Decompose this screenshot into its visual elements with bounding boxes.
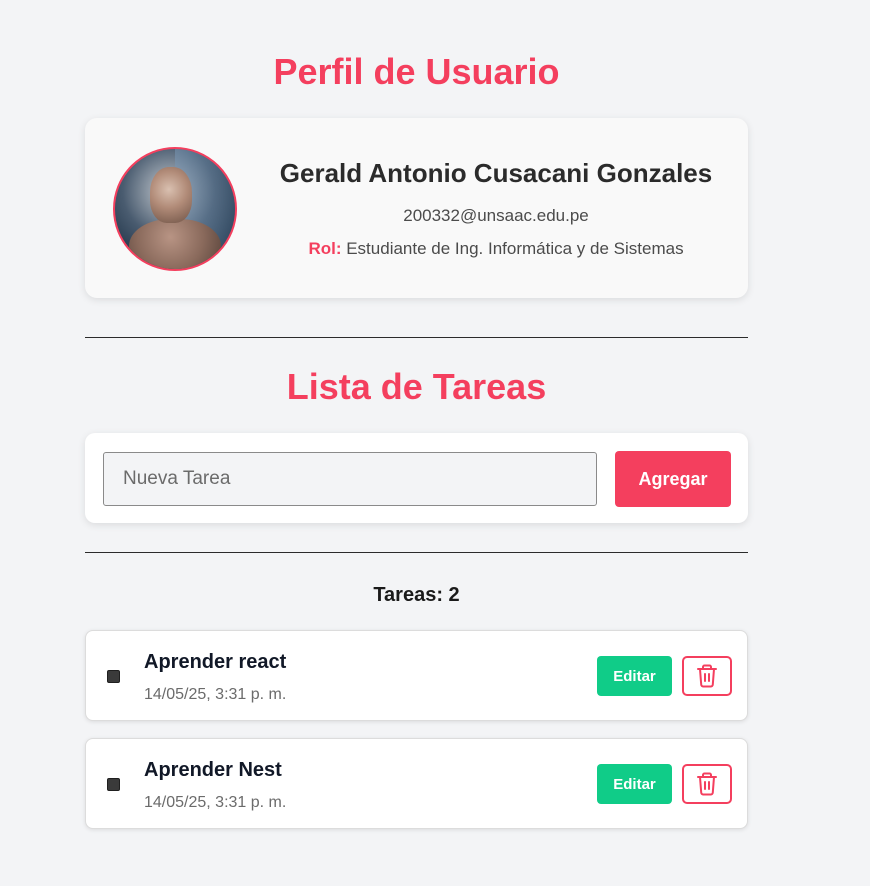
task-item: Aprender react 14/05/25, 3:31 p. m. Edit…	[85, 630, 748, 721]
task-checkbox[interactable]	[107, 670, 120, 683]
section-divider	[85, 552, 748, 553]
task-title: Aprender Nest	[144, 759, 282, 781]
role-value: Estudiante de Ing. Informática y de Sist…	[346, 239, 684, 258]
role-label: Rol:	[308, 239, 342, 258]
profile-card: Gerald Antonio Cusacani Gonzales 200332@…	[85, 118, 748, 298]
profile-name: Gerald Antonio Cusacani Gonzales	[279, 158, 713, 188]
edit-button[interactable]: Editar	[597, 656, 672, 696]
profile-email: 200332@unsaac.edu.pe	[403, 206, 589, 225]
profile-heading: Perfil de Usuario	[273, 51, 560, 92]
task-count: Tareas: 2	[373, 584, 460, 606]
avatar	[113, 147, 237, 271]
page: Perfil de Usuario Gerald Antonio Cusacan…	[0, 0, 870, 886]
delete-button[interactable]	[682, 764, 732, 804]
delete-button[interactable]	[682, 656, 732, 696]
task-title: Aprender react	[144, 651, 287, 673]
edit-button[interactable]: Editar	[597, 764, 672, 804]
task-item: Aprender Nest 14/05/25, 3:31 p. m. Edita…	[85, 738, 748, 829]
section-divider	[85, 337, 748, 338]
profile-role: Rol: Estudiante de Ing. Informática y de…	[261, 239, 731, 259]
task-date: 14/05/25, 3:31 p. m.	[144, 794, 287, 811]
trash-icon	[697, 664, 717, 688]
add-task-button[interactable]: Agregar	[615, 451, 731, 507]
new-task-input[interactable]	[103, 452, 597, 506]
task-checkbox[interactable]	[107, 778, 120, 791]
trash-icon	[697, 772, 717, 796]
add-task-form: Agregar	[85, 433, 748, 523]
tasks-heading: Lista de Tareas	[286, 366, 547, 407]
task-date: 14/05/25, 3:31 p. m.	[144, 686, 287, 703]
